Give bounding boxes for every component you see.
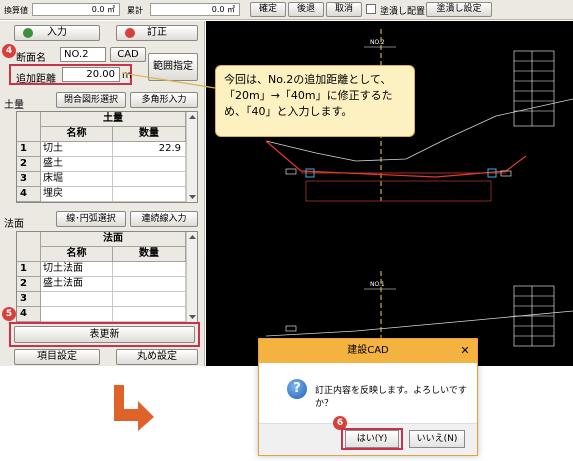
table-corner	[17, 112, 41, 142]
cancel-button[interactable]: 取消	[326, 2, 362, 17]
scrollbar[interactable]	[186, 232, 197, 322]
yes-button[interactable]: はい(Y)	[345, 430, 399, 448]
continuous-line-button[interactable]: 連続線入力	[130, 211, 198, 227]
table-cell[interactable]	[113, 307, 186, 322]
top-toolbar: 換算値 0.0 ㎡ 累計 0.0 ㎡ 確定 後退 取消 塗潰し配置 塗潰し設定	[0, 0, 573, 20]
row-number: 3	[17, 172, 41, 187]
earth-volume-table: 土量 名称 数量 1 切土 22.9 2 盛土 3 床堀 4 埋戻	[16, 111, 198, 203]
dialog-footer: 6 はい(Y) いいえ(N)	[259, 416, 477, 455]
table-cell[interactable]: 盛土法面	[41, 277, 113, 292]
table-cell[interactable]	[41, 307, 113, 322]
polygon-input-button[interactable]: 多角形入力	[130, 92, 198, 108]
row-number: 1	[17, 262, 41, 277]
earth-col-qty: 数量	[113, 127, 186, 142]
callout-line: 今回は、No.2の追加距離として、	[224, 73, 392, 86]
table-cell[interactable]	[113, 277, 186, 292]
row-number: 4	[17, 307, 41, 322]
row-number: 2	[17, 277, 41, 292]
distance-field[interactable]: 20.00	[62, 67, 120, 82]
line-arc-select-button[interactable]: 線･円弧選択	[56, 211, 126, 227]
scroll-arrows-icon	[189, 235, 196, 319]
no-button[interactable]: いいえ(N)	[409, 430, 465, 448]
callout-line: め、「40」と入力します。	[224, 105, 353, 118]
back-button[interactable]: 後退	[288, 2, 324, 17]
dialog-body: ? 訂正内容を反映します。よろしいですか？	[259, 363, 477, 423]
input-mode-button[interactable]: 入力	[14, 25, 100, 41]
table-cell[interactable]: 盛土	[41, 157, 113, 172]
radio-icon	[23, 28, 33, 38]
radio-selected-icon	[125, 28, 135, 38]
dialog-message: 訂正内容を反映します。よろしいですか？	[315, 386, 467, 409]
cad-button[interactable]: CAD	[110, 47, 146, 62]
fill-place-label: 塗潰し配置	[380, 7, 426, 17]
slope-table-title: 法面	[41, 232, 186, 247]
callout-line: 「20m」→「40m」に修正するた	[224, 89, 393, 102]
correct-mode-button[interactable]: 訂正	[116, 25, 198, 41]
conversion-value: 0.0 ㎡	[32, 3, 120, 16]
dialog-title: 建設CAD	[259, 339, 477, 363]
input-mode-label: 入力	[47, 27, 67, 38]
table-cell[interactable]: 切土法面	[41, 262, 113, 277]
earth-section-label: 土量	[4, 100, 24, 111]
row-number: 1	[17, 142, 41, 157]
table-cell[interactable]	[113, 292, 186, 307]
scrollbar[interactable]	[186, 112, 197, 202]
closed-figure-select-button[interactable]: 閉合図形選択	[56, 92, 126, 108]
next-step-arrow-icon	[114, 385, 154, 431]
slope-section-label: 法面	[4, 219, 24, 230]
row-number: 2	[17, 157, 41, 172]
range-select-button[interactable]: 範囲指定	[148, 53, 198, 81]
section-top-label: NO.2	[370, 39, 385, 46]
table-cell[interactable]	[41, 292, 113, 307]
step-badge-4: 4	[2, 44, 16, 58]
total-value: 0.0 ㎡	[150, 3, 240, 16]
table-cell[interactable]: 床堀	[41, 172, 113, 187]
update-table-button[interactable]: 表更新	[14, 326, 195, 343]
question-icon: ?	[287, 379, 307, 399]
table-cell[interactable]	[113, 187, 186, 202]
distance-unit: m	[122, 70, 132, 81]
total-label: 累計	[127, 6, 143, 15]
row-number: 4	[17, 187, 41, 202]
correct-mode-label: 訂正	[147, 27, 167, 38]
section-name-field[interactable]: NO.2	[60, 47, 106, 62]
step-badge-5: 5	[2, 307, 16, 321]
section-bottom-label: NO.1	[370, 281, 385, 288]
rounding-settings-button[interactable]: 丸め設定	[116, 349, 198, 365]
confirm-button[interactable]: 確定	[250, 2, 286, 17]
confirm-dialog: 建設CAD ✕ ? 訂正内容を反映します。よろしいですか？ 6 はい(Y) いい…	[258, 338, 478, 456]
conversion-label: 換算値	[4, 6, 28, 15]
fill-place-checkbox[interactable]	[366, 4, 376, 14]
table-cell[interactable]: 切土	[41, 142, 113, 157]
table-cell[interactable]: 埋戻	[41, 187, 113, 202]
distance-label: 追加距離	[16, 74, 56, 85]
item-settings-button[interactable]: 項目設定	[14, 349, 100, 365]
earth-col-name: 名称	[41, 127, 113, 142]
slope-col-qty: 数量	[113, 247, 186, 262]
table-cell[interactable]	[113, 262, 186, 277]
close-icon[interactable]: ✕	[457, 344, 473, 358]
slope-table: 法面 名称 数量 1 切土法面 2 盛土法面 3 4	[16, 231, 198, 323]
table-cell[interactable]: 22.9	[113, 142, 186, 157]
table-corner	[17, 232, 41, 262]
distance-value: 20.00	[86, 69, 115, 80]
input-panel: 入力 訂正 4 断面名 NO.2 CAD 範囲指定 追加距離 20.00 m 土…	[0, 21, 205, 366]
fill-settings-button[interactable]: 塗潰し設定	[426, 2, 492, 17]
table-cell[interactable]	[113, 172, 186, 187]
section-label: 断面名	[16, 53, 46, 64]
earth-table-title: 土量	[41, 112, 186, 127]
instruction-callout: 今回は、No.2の追加距離として、 「20m」→「40m」に修正するた め、「4…	[215, 65, 415, 137]
row-number: 3	[17, 292, 41, 307]
scroll-arrows-icon	[189, 115, 196, 199]
slope-col-name: 名称	[41, 247, 113, 262]
table-cell[interactable]	[113, 157, 186, 172]
